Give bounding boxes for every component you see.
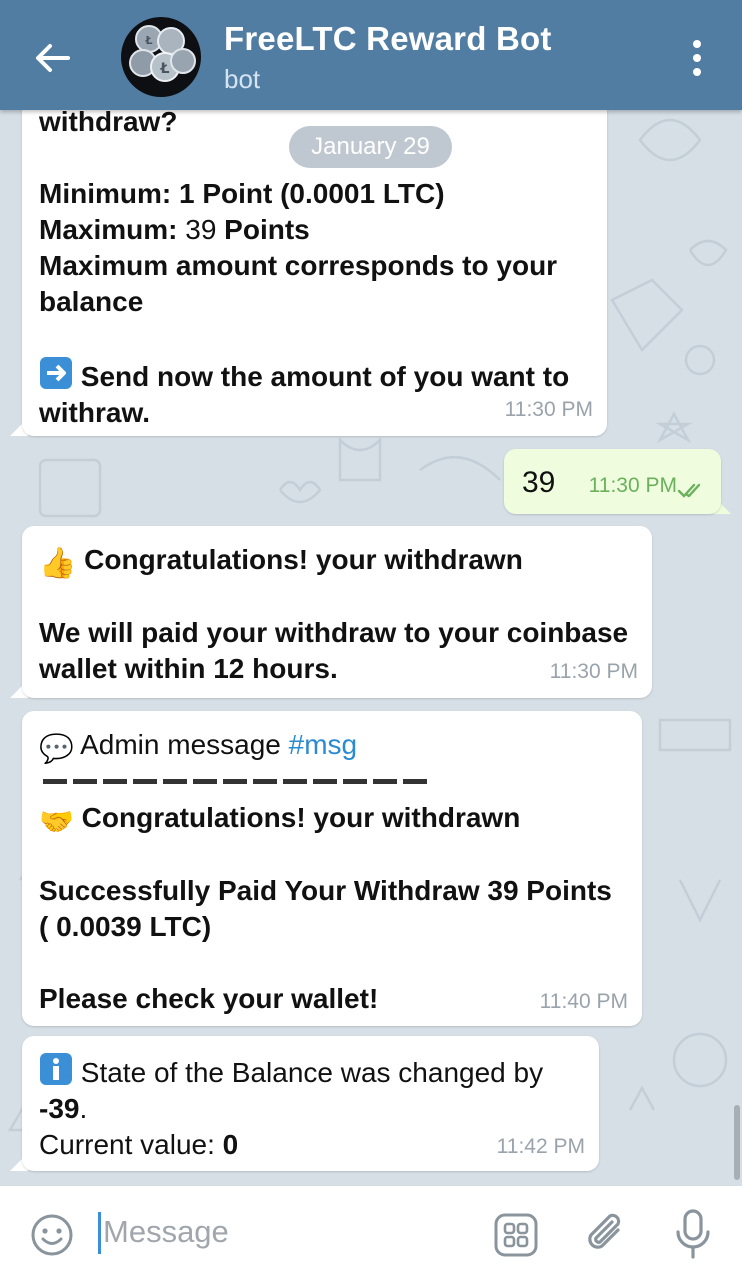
- information-icon: [40, 1053, 72, 1085]
- message-line: 💬 Admin message #msg: [39, 729, 358, 764]
- kebab-menu-icon[interactable]: [684, 38, 710, 78]
- message-bubble-outgoing[interactable]: 39 11:30 PM: [504, 449, 721, 514]
- svg-text:Ł: Ł: [160, 61, 170, 77]
- message-input[interactable]: Message: [103, 1214, 229, 1250]
- attach-icon[interactable]: [585, 1210, 629, 1258]
- text-cursor: [98, 1212, 101, 1254]
- bot-keyboard-icon[interactable]: [493, 1212, 539, 1258]
- message-line: We will paid your withdraw to your coinb…: [39, 617, 629, 648]
- hashtag-link[interactable]: #msg: [289, 729, 357, 760]
- message-bubble[interactable]: 💬 Admin message #msg 🤝 Congratulations! …: [22, 711, 642, 1026]
- message-time: 11:40 PM: [539, 990, 628, 1013]
- dashed-divider: [39, 764, 634, 800]
- message-composer: Message: [0, 1185, 742, 1279]
- arrow-left-icon[interactable]: [30, 36, 74, 80]
- chat-subtitle: bot: [224, 64, 261, 94]
- arrow-right-emoji-icon: [40, 357, 72, 389]
- message-line: Maximum amount corresponds to your: [39, 250, 558, 281]
- chat-title[interactable]: FreeLTC Reward Bot: [224, 20, 552, 58]
- svg-text:Ł: Ł: [144, 34, 152, 47]
- message-line: Send now the amount of you want to: [39, 356, 599, 395]
- message-line: State of the Balance was changed by: [39, 1052, 589, 1091]
- message-text: 39: [522, 466, 556, 499]
- message-bubble[interactable]: State of the Balance was changed by -39.…: [22, 1036, 599, 1171]
- date-separator: January 29: [289, 126, 452, 168]
- message-line: Successfully Paid Your Withdraw 39 Point…: [39, 875, 612, 906]
- chat-header: Ł Ł FreeLTC Reward Bot bot: [0, 0, 742, 110]
- emoji-icon[interactable]: [29, 1212, 75, 1258]
- message-time: 11:42 PM: [496, 1135, 585, 1158]
- double-check-icon: [677, 483, 701, 498]
- handshake-icon: 🤝: [39, 806, 74, 837]
- microphone-icon[interactable]: [673, 1208, 713, 1260]
- message-line: Maximum: 39 Points: [39, 214, 310, 245]
- message-line: balance: [39, 286, 144, 317]
- message-line: ( 0.0039 LTC): [39, 911, 212, 942]
- thumbs-up-icon: 👍: [39, 547, 77, 580]
- speech-balloon-icon: 💬: [39, 733, 74, 764]
- message-time: 11:30 PM: [588, 474, 677, 497]
- message-bubble[interactable]: 👍 Congratulations! your withdrawn We wil…: [22, 526, 652, 698]
- message-line: 🤝 Congratulations! your withdrawn: [39, 802, 521, 837]
- message-line: 👍 Congratulations! your withdrawn: [39, 544, 523, 580]
- scrollbar[interactable]: [734, 1105, 740, 1180]
- message-line: -39.: [39, 1093, 88, 1124]
- message-time: 11:30 PM: [549, 660, 638, 683]
- bot-avatar[interactable]: Ł Ł: [121, 17, 201, 97]
- message-line: Minimum: 1 Point (0.0001 LTC): [39, 178, 445, 209]
- message-time: 11:30 PM: [504, 398, 593, 421]
